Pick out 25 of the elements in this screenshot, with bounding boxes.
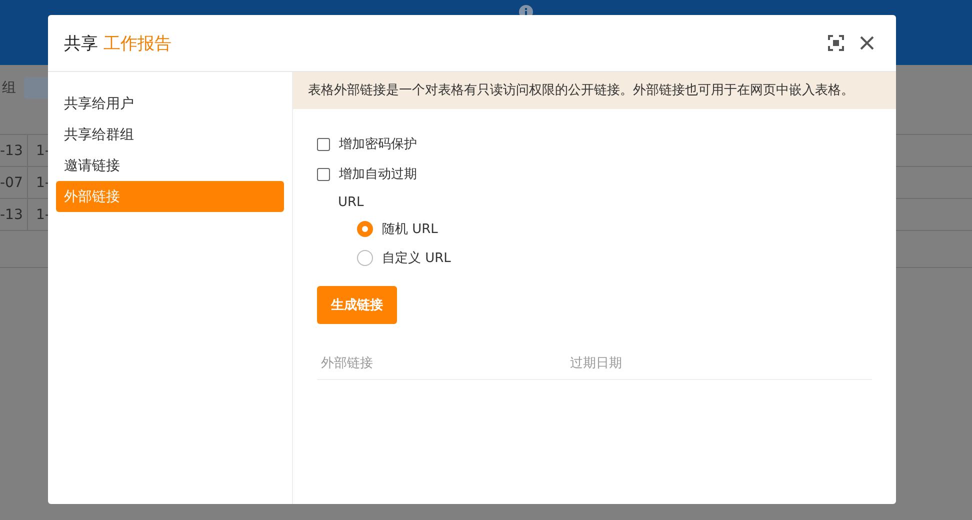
- sidebar-item[interactable]: 共享给用户: [56, 88, 284, 119]
- table-cell-text: 1-: [35, 142, 50, 160]
- table-cell: -13: [0, 199, 28, 230]
- toolbar-label: 组: [2, 78, 16, 96]
- checkbox-label: 增加密码保护: [339, 136, 417, 153]
- url-label: URL: [338, 195, 365, 210]
- dialog-title: 共享 工作报告: [64, 32, 172, 54]
- radio-label: 自定义 URL: [382, 250, 451, 266]
- table-cell: -07: [0, 167, 28, 198]
- sidebar-item[interactable]: 共享给群组: [56, 119, 284, 150]
- table-cell-text: 1-: [35, 206, 50, 224]
- table-cell-text: 1-: [35, 174, 50, 192]
- sidebar-item[interactable]: 邀请链接: [56, 150, 284, 181]
- radio-button[interactable]: [357, 220, 373, 236]
- column-header: 外部链接: [320, 354, 374, 372]
- checkbox[interactable]: [317, 168, 330, 180]
- table-cell: -13: [0, 135, 28, 166]
- close-icon[interactable]: [860, 36, 874, 50]
- fullscreen-icon[interactable]: [828, 35, 844, 51]
- radio-label: 随机 URL: [382, 220, 438, 238]
- checkbox-label: 增加自动过期: [339, 166, 417, 183]
- notice-text: 表格外部链接是一个对表格有只读访问权限的公开链接。外部链接也可用于在网页中嵌入表格。: [293, 72, 896, 109]
- column-header: 过期日期: [569, 354, 623, 372]
- radio-button[interactable]: [357, 250, 373, 266]
- checkbox[interactable]: [317, 138, 330, 150]
